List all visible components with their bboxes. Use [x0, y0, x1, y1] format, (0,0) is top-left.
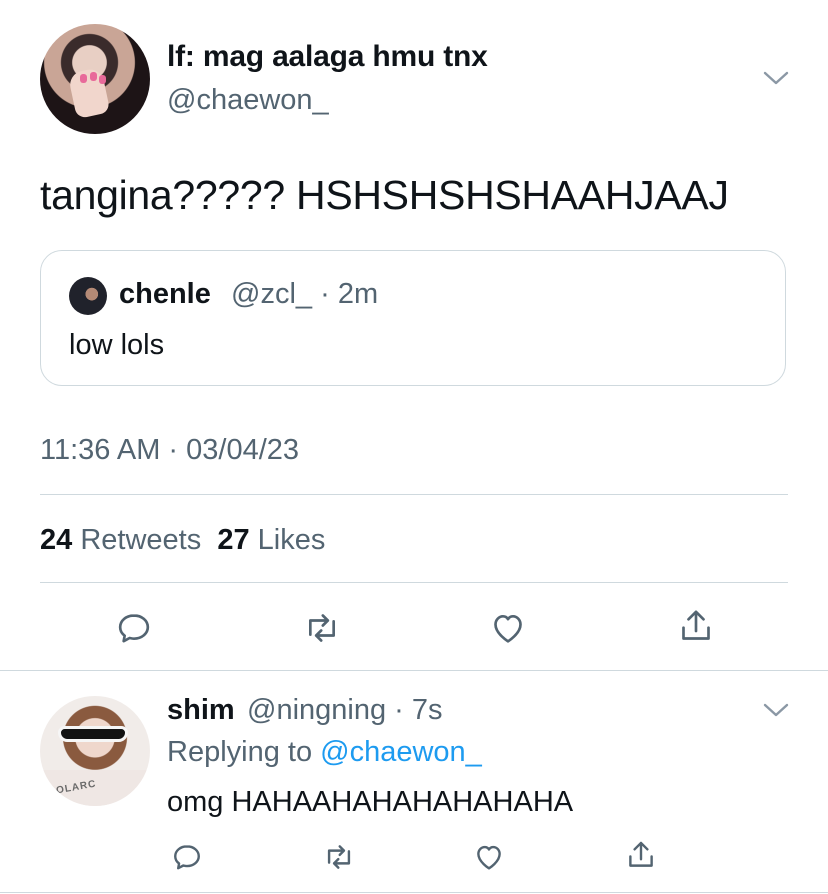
tweet-timestamp: 11:36 AM · 03/04/23: [40, 434, 300, 466]
chevron-down-icon[interactable]: [762, 68, 790, 88]
divider: [0, 892, 828, 893]
retweets-count: 24: [40, 524, 73, 556]
reply-icon[interactable]: [170, 840, 204, 874]
author-handle[interactable]: @chaewon_: [167, 84, 329, 117]
replying-to-mention[interactable]: @chaewon_: [320, 736, 482, 768]
divider: [40, 494, 788, 495]
replying-to-label: Replying to: [167, 736, 313, 768]
likes-stat[interactable]: 27 Likes: [217, 524, 325, 556]
retweets-stat[interactable]: 24 Retweets: [40, 524, 201, 556]
quoted-author-meta: @zcl_ · 2m: [231, 278, 378, 311]
reply-author-meta: @ningning · 7s: [247, 694, 443, 727]
likes-count: 27: [217, 524, 250, 556]
replying-to: Replying to @chaewon_: [167, 736, 482, 769]
divider: [0, 670, 828, 671]
quoted-tweet-text: low lols: [69, 329, 165, 361]
like-icon[interactable]: [488, 608, 528, 648]
reply-author-name[interactable]: shim: [167, 694, 235, 727]
quoted-author-handle: @zcl_: [231, 278, 313, 310]
like-icon[interactable]: [472, 840, 506, 874]
reply-icon[interactable]: [114, 608, 154, 648]
quoted-time: 2m: [337, 278, 379, 310]
reply-text: omg HAHAAHAHAHAHAHAHA: [167, 786, 574, 818]
share-icon[interactable]: [624, 838, 658, 872]
engagement-stats: 24 Retweets 27 Likes: [40, 524, 325, 557]
quoted-separator: ·: [320, 278, 330, 310]
reply-author-handle[interactable]: @ningning: [247, 694, 386, 726]
share-icon[interactable]: [676, 606, 716, 646]
quoted-tweet-card[interactable]: chenle @zcl_ · 2m low lols: [40, 250, 786, 386]
reply-time: 7s: [411, 694, 443, 726]
retweet-icon[interactable]: [322, 840, 356, 874]
author-display-name[interactable]: lf: mag aalaga hmu tnx: [167, 40, 488, 74]
reply-author-avatar[interactable]: OLARC: [40, 696, 150, 806]
divider: [40, 582, 788, 583]
reply-separator: ·: [394, 694, 404, 726]
quoted-author-avatar: [69, 277, 107, 315]
chevron-down-icon[interactable]: [762, 700, 790, 720]
retweet-icon[interactable]: [302, 608, 342, 648]
quoted-author-name: chenle: [119, 278, 211, 310]
author-avatar[interactable]: [40, 24, 150, 134]
likes-label: Likes: [257, 524, 326, 556]
retweets-label: Retweets: [80, 524, 202, 556]
tweet-text: tangina????? HSHSHSHSHAAHJAAJ: [40, 172, 729, 218]
